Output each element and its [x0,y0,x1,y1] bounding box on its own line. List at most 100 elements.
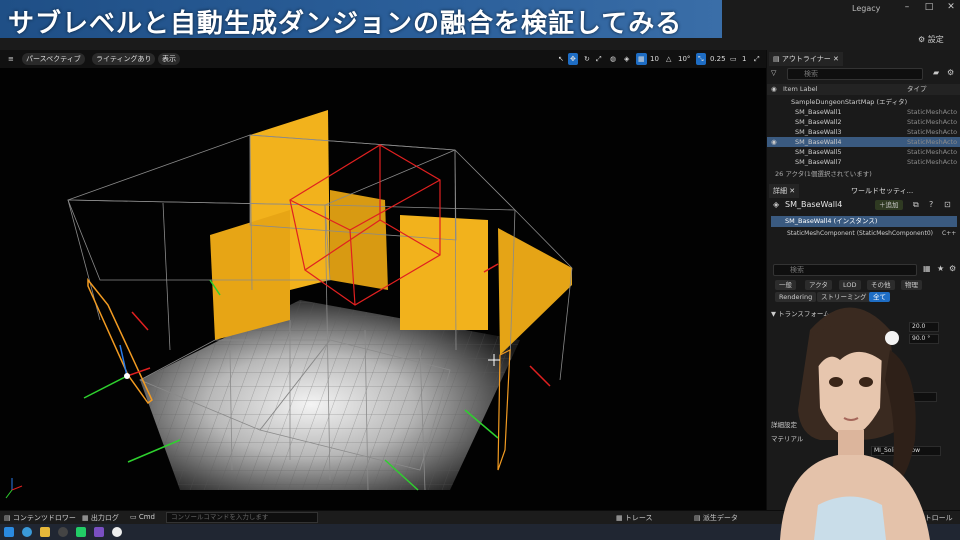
surface-snap-icon[interactable]: ◈ [622,53,631,65]
rotate-tool-icon[interactable]: ↻ [582,53,592,65]
world-local-icon[interactable]: ◍ [608,53,618,65]
row-label: SM_BaseWall1 [795,108,842,116]
outliner-row[interactable]: SM_BaseWall7 StaticMeshActo [767,157,960,167]
cpp-label[interactable]: C++ [942,230,956,237]
outliner-settings-icon[interactable]: ⚙ [947,68,954,77]
wall-left[interactable] [210,210,290,340]
outliner-search-input[interactable]: 検索 [787,68,923,80]
close-tab-icon[interactable]: ✕ [833,55,839,63]
viewport-scene[interactable] [0,50,766,510]
unreal-editor: サブレベルと自動生成ダンジョンの融合を検証してみる Legacy – □ ✕ ⚙… [0,0,960,540]
close-button[interactable]: ✕ [944,2,958,14]
tab-world-settings[interactable]: ワールドセッティ... [847,184,918,198]
grid-view-icon[interactable]: ▦ [923,264,931,273]
actor-name: SM_BaseWall4 [785,200,843,209]
blueprint-icon[interactable]: ⧉ [913,200,919,210]
filter-other[interactable]: その他 [867,280,895,290]
filter-physics[interactable]: 物理 [901,280,922,290]
outliner-row[interactable]: SM_BaseWall1 StaticMeshActo [767,107,960,117]
col-type[interactable]: タイプ [907,84,927,95]
star-icon[interactable]: ★ [937,264,944,273]
close-tab-icon[interactable]: ✕ [789,187,795,195]
help-icon[interactable]: ? [929,200,933,209]
viewport-menu-icon[interactable]: ≡ [6,53,16,65]
output-log-button[interactable]: ▦ 出力ログ [82,513,119,523]
app-icon[interactable] [76,527,86,537]
legacy-label[interactable]: Legacy [852,4,880,13]
camera-speed-value[interactable]: 1 [740,53,748,65]
scale-tool-icon[interactable]: ⤢ [594,53,604,65]
move-tool-icon[interactable]: ✥ [568,53,578,65]
add-component-button[interactable]: ＋追加 [875,200,903,210]
chrome-browser-icon[interactable] [58,527,68,537]
lighting-button[interactable]: ライティングあり [92,53,156,65]
file-explorer-icon[interactable] [40,527,50,537]
filter-icon[interactable]: ▽ [771,69,776,77]
settings-label: 設定 [927,35,944,44]
gear-icon: ⚙ [918,35,926,44]
add-label: 追加 [885,201,899,209]
scale-snap-icon[interactable]: ⤡ [696,53,706,65]
console-command-input[interactable]: コンソールコマンドを入力します [166,512,318,523]
outliner-row[interactable]: SM_BaseWall2 StaticMeshActo [767,117,960,127]
level-viewport[interactable]: ≡ パースペクティブ ライティングあり 表示 ↖ ✥ ↻ ⤢ ◍ ◈ ▦ 10 … [0,50,766,510]
settings-button[interactable]: ⚙ 設定 [918,34,944,45]
outliner-row[interactable]: SM_BaseWall5 StaticMeshActo [767,147,960,157]
terminal-icon: ▭ [130,513,139,521]
lock-icon[interactable]: ⊡ [944,200,951,209]
tab-outliner[interactable]: ▤ アウトライナー ✕ [769,52,843,66]
visual-studio-icon[interactable] [94,527,104,537]
filter-lod[interactable]: LOD [839,280,861,290]
outliner-root-row[interactable]: SampleDungeonStartMap (エディタ) [767,97,960,107]
maximize-viewport-icon[interactable]: ⤢ [752,53,762,65]
outliner-row[interactable]: SM_BaseWall3 StaticMeshActo [767,127,960,137]
output-log-label: 出力ログ [90,514,119,522]
details-settings-icon[interactable]: ⚙ [949,264,956,273]
character-hair-ribbon [885,331,899,345]
wall-right-b[interactable] [498,228,572,355]
static-mesh-component-row[interactable]: StaticMeshComponent (StaticMeshComponent… [787,230,933,237]
content-drawer-button[interactable]: ▤ コンテンツドロワー [4,513,76,523]
col-item-label[interactable]: Item Label [783,84,817,95]
row-type: StaticMeshActo [907,148,958,156]
row-label: SM_BaseWall2 [795,118,842,126]
camera-speed-icon[interactable]: ▭ [728,53,739,65]
rotation-snap-icon[interactable]: △ [664,53,673,65]
show-button[interactable]: 表示 [158,53,180,65]
row-label: SM_BaseWall7 [795,158,842,166]
row-type: StaticMeshActo [907,118,958,126]
grid-snap-icon[interactable]: ▦ [636,53,647,65]
edge-browser-icon[interactable] [22,527,32,537]
outliner-icon: ▤ [773,55,782,63]
wall-right-a[interactable] [400,215,488,330]
transform-gizmo[interactable] [83,344,151,399]
folder-icon[interactable]: ▰ [933,68,939,77]
outliner-panel: ▤ アウトライナー ✕ ▽ 検索 ▰ ⚙ ◉ Item Label タイプ Sa… [766,50,960,182]
cmd-button[interactable]: ▭ Cmd [130,513,155,521]
grid-snap-value[interactable]: 10 [648,53,661,65]
derived-data-icon: ▤ [694,514,703,522]
filter-general[interactable]: 一般 [775,280,796,290]
select-tool-icon[interactable]: ↖ [556,53,566,65]
rotation-snap-value[interactable]: 10° [676,53,692,65]
drawer-icon: ▤ [4,514,13,522]
derived-data-button[interactable]: ▤ 派生データ [694,513,738,523]
details-search-input[interactable]: 検索 [773,264,917,276]
windows-start-icon[interactable] [4,527,14,537]
tab-world-label: ワールドセッティ... [851,187,914,195]
minimize-button[interactable]: – [900,2,914,14]
outliner-row-selected[interactable]: ◉ SM_BaseWall4 StaticMeshActo [767,137,960,147]
trace-button[interactable]: ▦ トレース [616,513,653,523]
video-title-banner: サブレベルと自動生成ダンジョンの融合を検証してみる [0,0,722,39]
tab-details[interactable]: 詳細 ✕ [769,184,800,198]
maximize-button[interactable]: □ [922,2,936,14]
unreal-engine-icon[interactable] [112,527,122,537]
row-type: StaticMeshActo [907,128,958,136]
filter-actor[interactable]: アクタ [805,280,832,290]
component-instance-row[interactable]: SM_BaseWall4 (インスタンス) [771,216,957,227]
character-top [814,496,886,540]
visibility-eye-icon[interactable]: ◉ [771,137,777,147]
trace-label: トレース [624,514,653,522]
scale-snap-value[interactable]: 0.25 [708,53,728,65]
perspective-button[interactable]: パースペクティブ [22,53,85,65]
